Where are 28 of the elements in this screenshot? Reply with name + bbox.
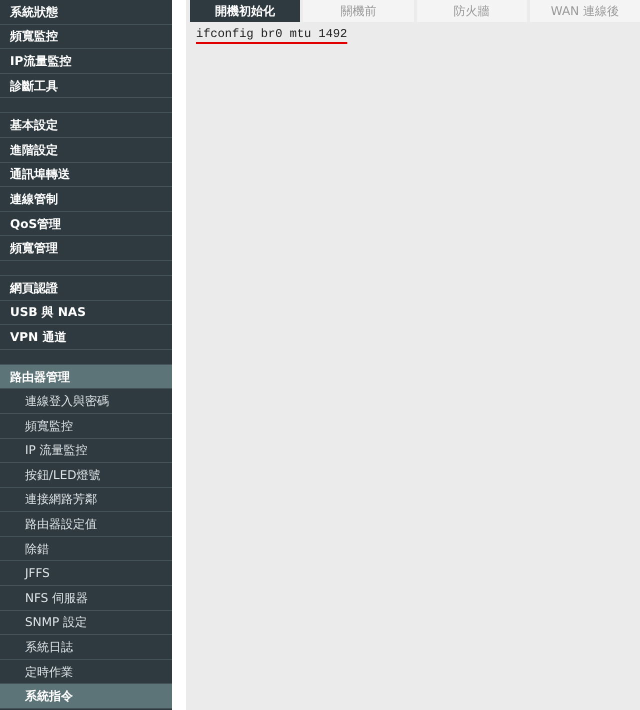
sidebar-item[interactable]: IP流量監控: [0, 49, 172, 74]
sidebar-item[interactable]: 路由器管理: [0, 364, 172, 390]
sidebar-subitem[interactable]: IP 流量監控: [0, 438, 172, 464]
sidebar-item[interactable]: 診斷工具: [0, 74, 172, 98]
sidebar-item[interactable]: 基本設定: [0, 113, 172, 138]
sidebar-subitem[interactable]: 按鈕/LED燈號: [0, 463, 172, 488]
sidebar-item[interactable]: VPN 通道: [0, 325, 172, 350]
command-field[interactable]: ifconfig br0 mtu 1492: [190, 24, 354, 44]
sidebar-item[interactable]: 頻寬監控: [0, 24, 172, 50]
sidebar-subitem[interactable]: 路由器設定值: [0, 512, 172, 537]
sidebar-item[interactable]: 頻寬管理: [0, 236, 172, 261]
sidebar-subitem[interactable]: SNMP 設定: [0, 610, 172, 636]
sidebar-subitem[interactable]: 系統指令: [0, 684, 172, 710]
sidebar-subitem[interactable]: JFFS: [0, 561, 172, 586]
sidebar-subitem[interactable]: 連接網路芳鄰: [0, 488, 172, 512]
sidebar-subitem[interactable]: 頻寬監控: [0, 414, 172, 438]
sidebar-item[interactable]: 進階設定: [0, 138, 172, 163]
sidebar-item[interactable]: 通訊埠轉送: [0, 162, 172, 188]
sidebar-item[interactable]: USB 與 NAS: [0, 300, 172, 326]
sidebar-item[interactable]: 網頁認證: [0, 276, 172, 301]
sidebar-subitem[interactable]: 系統日誌: [0, 635, 172, 660]
sidebar-item[interactable]: 連線管制: [0, 187, 172, 212]
tab[interactable]: 開機初始化: [190, 0, 300, 22]
sidebar-item[interactable]: 系統狀態: [0, 0, 172, 25]
sidebar-subitem[interactable]: 除錯: [0, 536, 172, 562]
sidebar-subitem[interactable]: 連線登入與密碼: [0, 389, 172, 414]
sidebar-subitem[interactable]: NFS 伺服器: [0, 586, 172, 611]
sidebar-item[interactable]: QoS管理: [0, 212, 172, 236]
